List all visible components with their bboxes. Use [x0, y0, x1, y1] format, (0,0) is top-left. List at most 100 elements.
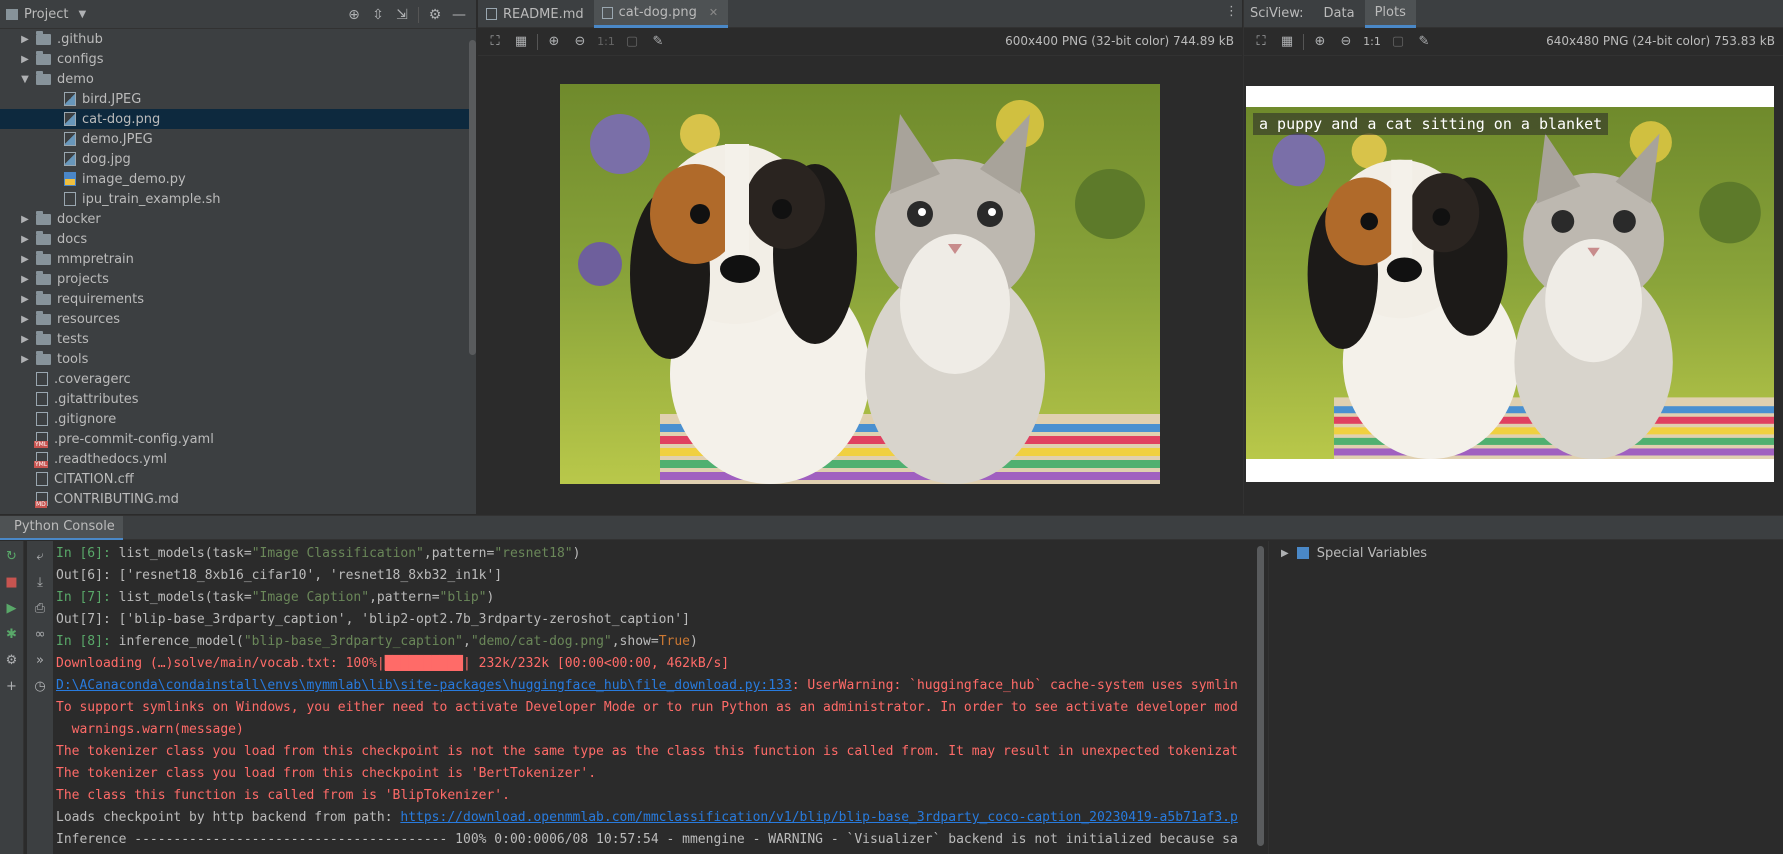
tree-file[interactable]: CITATION.cff — [0, 469, 470, 489]
tree-item-label: .readthedocs.yml — [54, 451, 167, 467]
tree-folder[interactable]: ▶ mmpretrain — [0, 249, 470, 269]
gear-icon[interactable]: ⚙ — [1, 649, 23, 671]
run-icon[interactable]: ▶ — [1, 597, 23, 619]
tree-folder[interactable]: ▶ docs — [0, 229, 470, 249]
execute-icon[interactable]: » — [29, 649, 51, 671]
folder-icon — [36, 210, 51, 225]
actual-size-button[interactable]: 1:1 — [593, 31, 619, 53]
tree-file[interactable]: bird.JPEG — [0, 89, 470, 109]
tab-data[interactable]: Data — [1314, 0, 1365, 28]
show-variables-icon[interactable]: ∞ — [29, 623, 51, 645]
tree-item-label: configs — [57, 51, 104, 67]
scroll-to-end-icon[interactable]: ⤓ — [29, 571, 51, 593]
tree-folder[interactable]: ▶ tools — [0, 349, 470, 369]
chevron-right-icon[interactable]: ▶ — [18, 334, 32, 345]
project-title[interactable]: Project — [24, 7, 68, 22]
chevron-right-icon[interactable]: ▶ — [18, 254, 32, 265]
soft-wrap-icon[interactable]: ⤶ — [29, 545, 51, 567]
tree-file[interactable]: dog.jpg — [0, 149, 470, 169]
progress-bar: ██████████ — [384, 656, 464, 671]
tree-file[interactable]: ipu_train_example.sh — [0, 189, 470, 209]
print-icon[interactable]: ⎙ — [29, 597, 51, 619]
file-link[interactable]: D:\ACanaconda\condainstall\envs\mymmlab\… — [56, 678, 792, 693]
chevron-right-icon[interactable]: ▶ — [18, 274, 32, 285]
tree-scrollbar[interactable] — [469, 40, 476, 355]
background-icon[interactable]: ▢ — [619, 31, 645, 53]
close-icon[interactable]: ✕ — [709, 6, 718, 19]
chevron-right-icon[interactable]: ▶ — [1281, 548, 1289, 559]
tree-file[interactable]: .pre-commit-config.yaml — [0, 429, 470, 449]
tree-item-label: mmpretrain — [57, 251, 134, 267]
chevron-down-icon[interactable]: ▼ — [18, 74, 32, 85]
chevron-right-icon[interactable]: ▶ — [18, 234, 32, 245]
add-icon[interactable]: + — [1, 675, 23, 697]
string: "demo/cat-dog.png" — [470, 634, 612, 649]
tree-folder[interactable]: ▶ tests — [0, 329, 470, 349]
stop-icon[interactable]: ■ — [1, 571, 23, 593]
yml-file-icon — [34, 432, 49, 448]
chevron-down-icon[interactable]: ▼ — [78, 9, 86, 20]
expand-all-icon[interactable]: ⇳ — [367, 4, 389, 26]
tree-folder[interactable]: ▶ projects — [0, 269, 470, 289]
zoom-in-icon[interactable]: ⊕ — [541, 31, 567, 53]
rerun-icon[interactable]: ↻ — [1, 545, 23, 567]
tree-item-label: projects — [57, 271, 109, 287]
chevron-right-icon[interactable]: ▶ — [18, 314, 32, 325]
history-icon[interactable]: ◷ — [29, 675, 51, 697]
cat-dog-image — [560, 84, 1160, 484]
grid-icon[interactable]: ▦ — [1274, 31, 1300, 53]
collapse-all-icon[interactable]: ⇲ — [391, 4, 413, 26]
zoom-in-icon[interactable]: ⊕ — [1307, 31, 1333, 53]
actual-size-button[interactable]: 1:1 — [1359, 31, 1385, 53]
tree-file[interactable]: demo.JPEG — [0, 129, 470, 149]
console-output[interactable]: In [6]: list_models(task="Image Classifi… — [56, 543, 1260, 853]
tree-folder[interactable]: ▶ requirements — [0, 289, 470, 309]
tree-file[interactable]: .gitattributes — [0, 389, 470, 409]
tree-file[interactable]: .readthedocs.yml — [0, 449, 470, 469]
folder-icon — [36, 230, 51, 245]
chevron-right-icon[interactable]: ▶ — [18, 54, 32, 65]
chevron-right-icon[interactable]: ▶ — [18, 294, 32, 305]
tree-file[interactable]: CONTRIBUTING.md — [0, 489, 470, 509]
hide-icon[interactable]: — — [448, 4, 470, 26]
tree-folder[interactable]: ▼ demo — [0, 69, 470, 89]
tree-folder[interactable]: ▶ configs — [0, 49, 470, 69]
tab-cat-dog[interactable]: cat-dog.png ✕ — [593, 0, 729, 28]
console-line: The tokenizer class you load from this c… — [56, 766, 597, 781]
more-options-icon[interactable]: ⋮ — [1225, 4, 1238, 19]
fit-screen-icon[interactable]: ⛶ — [1248, 31, 1274, 53]
file-file-icon — [36, 392, 48, 406]
zoom-out-icon[interactable]: ⊖ — [1333, 31, 1359, 53]
gear-icon[interactable]: ⚙ — [424, 4, 446, 26]
checkpoint-link[interactable]: https://download.openmmlab.com/mmclassif… — [400, 810, 1237, 825]
locate-file-icon[interactable]: ⊕ — [343, 4, 365, 26]
debug-icon[interactable]: ✱ — [1, 623, 23, 645]
chevron-right-icon[interactable]: ▶ — [18, 214, 32, 225]
fit-screen-icon[interactable]: ⛶ — [482, 31, 508, 53]
tab-readme[interactable]: README.md — [478, 0, 594, 28]
img-file-icon — [64, 112, 76, 126]
tree-file[interactable]: .coveragerc — [0, 369, 470, 389]
tree-file[interactable]: .gitignore — [0, 409, 470, 429]
tab-plots[interactable]: Plots — [1364, 0, 1416, 28]
code: ) — [690, 634, 698, 649]
sciview-pane: SciView: Data Plots ⛶ ▦ ⊕ ⊖ 1:1 ▢ ✎ 640x… — [1243, 0, 1783, 514]
tree-folder[interactable]: ▶ resources — [0, 309, 470, 329]
color-picker-icon[interactable]: ✎ — [1411, 31, 1437, 53]
tree-folder[interactable]: ▶ docker — [0, 209, 470, 229]
tree-file[interactable]: image_demo.py — [0, 169, 470, 189]
chevron-right-icon[interactable]: ▶ — [18, 34, 32, 45]
console-scrollbar[interactable] — [1257, 546, 1264, 846]
python-console: Python Console ↻ ■ ▶ ✱ ⚙ + ⤶ ⤓ ⎙ ∞ » ◷ I… — [0, 515, 1783, 854]
folder-icon — [36, 70, 51, 85]
image-file-icon — [601, 6, 613, 19]
color-picker-icon[interactable]: ✎ — [645, 31, 671, 53]
special-variables-row[interactable]: ▶ Special Variables — [1269, 541, 1783, 565]
background-icon[interactable]: ▢ — [1385, 31, 1411, 53]
chevron-right-icon[interactable]: ▶ — [18, 354, 32, 365]
tree-folder[interactable]: ▶ .github — [0, 29, 470, 49]
tab-python-console[interactable]: Python Console — [0, 515, 123, 540]
tree-file[interactable]: cat-dog.png — [0, 109, 470, 129]
zoom-out-icon[interactable]: ⊖ — [567, 31, 593, 53]
grid-icon[interactable]: ▦ — [508, 31, 534, 53]
